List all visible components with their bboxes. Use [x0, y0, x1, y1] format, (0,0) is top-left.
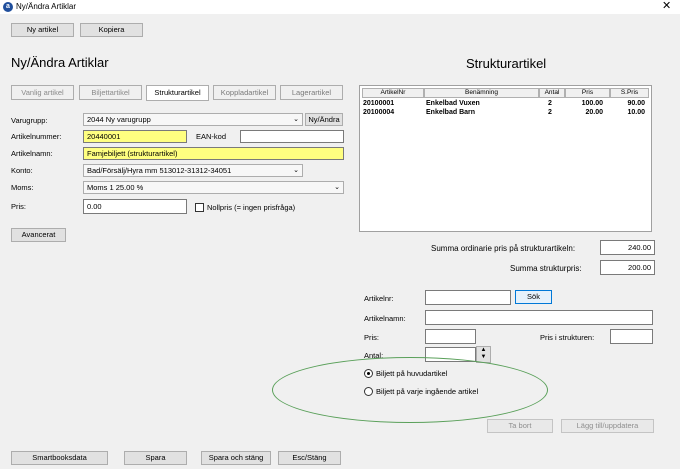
app-icon: a [3, 2, 13, 12]
radio-biljett-varje-artikel[interactable] [364, 387, 373, 396]
chevron-down-icon: ⌄ [334, 184, 340, 191]
search-artikelnr-input[interactable] [425, 290, 511, 305]
page-title: Ny/Ändra Artiklar [11, 55, 109, 70]
moms-select[interactable]: Moms 1 25.00 % ⌄ [83, 181, 344, 194]
row-2-spris[interactable]: 10.00 [610, 109, 645, 116]
row-2-pris[interactable]: 20.00 [565, 109, 603, 116]
search-artikelnamn-input[interactable] [425, 310, 653, 325]
smartbooks-button[interactable]: Smartbooksdata [11, 451, 108, 465]
delete-button[interactable]: Ta bort [487, 419, 553, 433]
structure-grid[interactable]: ArtikelNr Benämning Antal Pris S.Pris 20… [359, 85, 652, 232]
tab-lagerartikel[interactable]: Lagerartikel [280, 85, 343, 100]
sum-structure-label: Summa strukturpris: [510, 264, 582, 273]
varugrupp-value: 2044 Ny varugrupp [87, 115, 151, 124]
row-1-antal[interactable]: 2 [548, 100, 552, 107]
row-1-pris[interactable]: 100.00 [565, 100, 603, 107]
chevron-up-icon: ▲ [480, 347, 487, 353]
row-1-name[interactable]: Enkelbad Vuxen [426, 100, 480, 107]
konto-value: Bad/Försälj/Hyra mm 513012-31312-34051 [87, 166, 232, 175]
ean-input[interactable] [240, 130, 344, 143]
ean-label: EAN-kod [196, 132, 227, 141]
add-update-button[interactable]: Lägg till/uppdatera [561, 419, 654, 433]
konto-label: Konto: [11, 166, 33, 175]
column-pris[interactable]: Pris [565, 88, 610, 98]
row-2-antal[interactable]: 2 [548, 109, 552, 116]
window-title: Ny/Ändra Artiklar [16, 2, 77, 11]
close-icon[interactable]: ✕ [662, 0, 671, 12]
row-2-name[interactable]: Enkelbad Barn [426, 109, 475, 116]
pris-struktur-label: Pris i strukturen: [540, 333, 595, 342]
radio-biljett-huvudartikel[interactable] [364, 369, 373, 378]
tab-vanlig-artikel[interactable]: Vanlig artikel [11, 85, 74, 100]
search-pris-input[interactable] [425, 329, 476, 344]
artikelnummer-input[interactable]: 20440001 [83, 130, 187, 143]
title-bar [0, 0, 680, 14]
row-1-nr[interactable]: 20100001 [363, 100, 394, 107]
ny-andra-button[interactable]: Ny/Ändra [305, 113, 343, 126]
tab-koppladartikel[interactable]: Koppladartikel [213, 85, 276, 100]
moms-value: Moms 1 25.00 % [87, 183, 144, 192]
artikelnamn-input[interactable]: Famjebiljett (strukturartikel) [83, 147, 344, 160]
search-artikelnamn-label: Artikelnamn: [364, 314, 406, 323]
sum-structure-value: 200.00 [600, 260, 655, 275]
moms-label: Moms: [11, 183, 34, 192]
row-2-nr[interactable]: 20100004 [363, 109, 394, 116]
nollpris-label: Nollpris (= ingen prisfråga) [207, 203, 296, 212]
save-close-button[interactable]: Spara och stäng [201, 451, 271, 465]
konto-select[interactable]: Bad/Försälj/Hyra mm 513012-31312-34051 ⌄ [83, 164, 303, 177]
pris-label: Pris: [11, 202, 26, 211]
radio-biljett-huvudartikel-label: Biljett på huvudartikel [376, 369, 448, 378]
search-button[interactable]: Sök [515, 290, 552, 304]
artikelnummer-label: Artikelnummer: [11, 132, 62, 141]
varugrupp-select[interactable]: 2044 Ny varugrupp ⌄ [83, 113, 303, 126]
search-pris-label: Pris: [364, 333, 379, 342]
tab-biljettartikel[interactable]: Biljettartikel [79, 85, 142, 100]
artikelnamn-label: Artikelnamn: [11, 149, 53, 158]
radio-biljett-varje-artikel-label: Biljett på varje ingående artikel [376, 387, 479, 396]
sum-ordinary-label: Summa ordinarie pris på strukturartikeln… [431, 244, 576, 253]
pris-struktur-input[interactable] [610, 329, 653, 344]
pris-input[interactable]: 0.00 [83, 199, 187, 214]
tab-strukturartikel[interactable]: Strukturartikel [146, 85, 209, 101]
copy-button[interactable]: Kopiera [80, 23, 143, 37]
new-article-button[interactable]: Ny artikel [11, 23, 74, 37]
varugrupp-label: Varugrupp: [11, 116, 48, 125]
chevron-down-icon: ⌄ [293, 116, 299, 123]
nollpris-checkbox[interactable] [195, 203, 204, 212]
chevron-down-icon: ▼ [480, 354, 487, 360]
search-artikelnr-label: Artikelnr: [364, 294, 394, 303]
save-button[interactable]: Spara [124, 451, 187, 465]
column-artikelnr[interactable]: ArtikelNr [362, 88, 424, 98]
advanced-button[interactable]: Avancerat [11, 228, 66, 242]
row-1-spris[interactable]: 90.00 [610, 100, 645, 107]
column-benamning[interactable]: Benämning [424, 88, 539, 98]
column-antal[interactable]: Antal [539, 88, 565, 98]
structure-title: Strukturartikel [466, 56, 547, 71]
chevron-down-icon: ⌄ [293, 167, 299, 174]
column-spris[interactable]: S.Pris [610, 88, 649, 98]
sum-ordinary-value: 240.00 [600, 240, 655, 255]
esc-close-button[interactable]: Esc/Stäng [278, 451, 341, 465]
